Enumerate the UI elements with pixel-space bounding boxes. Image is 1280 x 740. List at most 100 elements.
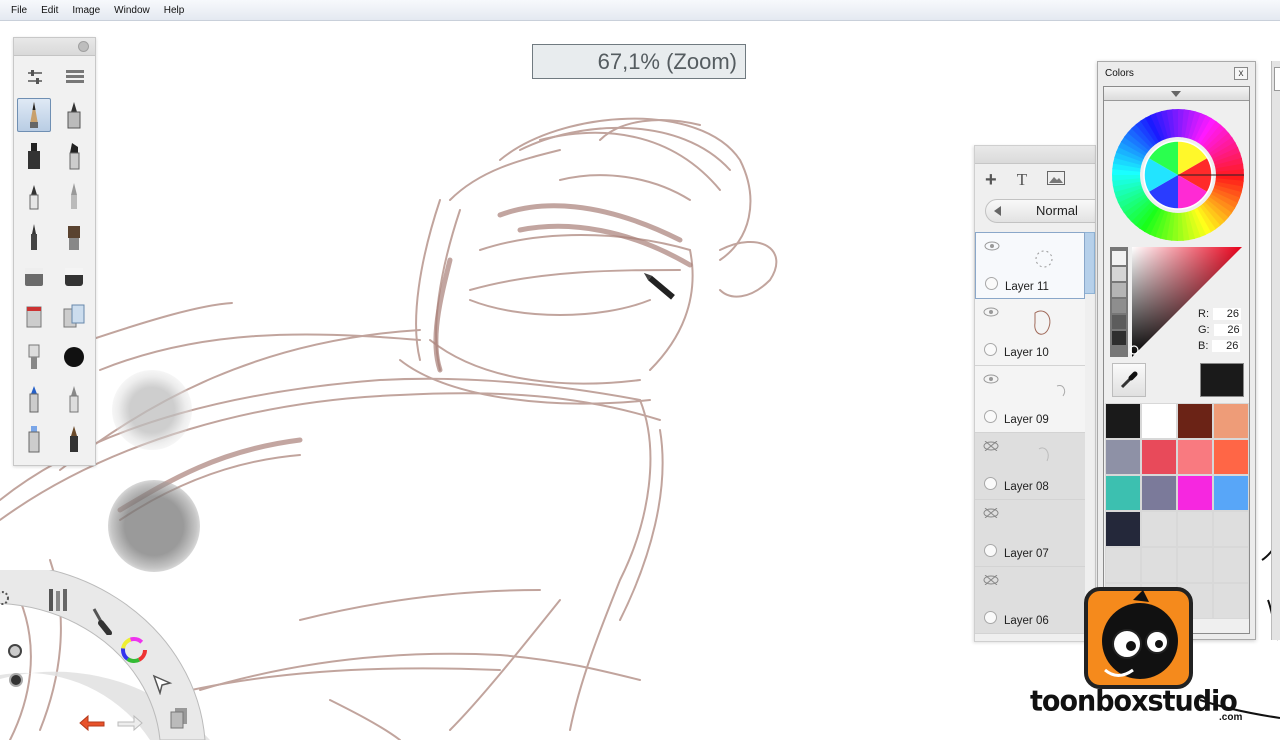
menu-window[interactable]: Window: [107, 0, 157, 21]
rgb-g-input[interactable]: 26: [1213, 324, 1242, 336]
paint-bucket-tool[interactable]: [17, 301, 51, 335]
color-swatch[interactable]: [1177, 403, 1213, 439]
color-swatch[interactable]: [1141, 475, 1177, 511]
bristle-brush-tool[interactable]: [57, 220, 91, 254]
rgb-r-input[interactable]: 26: [1213, 308, 1241, 320]
ink-brush-tool[interactable]: [57, 422, 91, 456]
brush-puck-opacity[interactable]: [108, 480, 200, 572]
eraser-tool[interactable]: [17, 260, 51, 294]
select-arrow-icon[interactable]: [148, 670, 176, 698]
blend-mode-arrow-icon[interactable]: [994, 206, 1001, 216]
layer-toolbar: + T: [975, 164, 1095, 196]
menu-help[interactable]: Help: [157, 0, 192, 21]
hard-eraser-tool[interactable]: [57, 260, 91, 294]
stack-icon[interactable]: [58, 60, 92, 94]
color-swatch[interactable]: [1141, 403, 1177, 439]
eye-icon[interactable]: [983, 374, 999, 384]
blend-mode-selector[interactable]: Normal: [985, 199, 1095, 223]
lagoon-gear-icon[interactable]: [0, 584, 16, 612]
sliders-icon[interactable]: [18, 60, 52, 94]
chisel-marker-icon: [69, 142, 80, 169]
color-swatch[interactable]: [1213, 511, 1249, 547]
rgb-r-label: R:: [1198, 308, 1209, 320]
color-swatch[interactable]: [1213, 475, 1249, 511]
colors-collapse-bar[interactable]: [1104, 87, 1249, 101]
color-swatch[interactable]: [1105, 475, 1141, 511]
eye-hidden-icon[interactable]: [983, 441, 999, 451]
color-swatch[interactable]: [1105, 403, 1141, 439]
color-swatch[interactable]: [1177, 439, 1213, 475]
add-layer-icon[interactable]: +: [985, 169, 997, 192]
layer-row[interactable]: Layer 11: [975, 232, 1085, 299]
undo-icon[interactable]: [78, 708, 106, 736]
palette-close-button[interactable]: [78, 41, 89, 52]
fine-pen-tool[interactable]: [17, 220, 51, 254]
zoom-indicator: 67,1% (Zoom): [532, 44, 746, 79]
color-wheel-icon[interactable]: [120, 636, 148, 664]
color-swatch[interactable]: [1213, 547, 1249, 583]
silver-pen-tool[interactable]: [57, 382, 91, 416]
redo-icon[interactable]: [116, 708, 144, 736]
layer-radio[interactable]: [985, 277, 998, 290]
smudge-brush-tool[interactable]: [17, 341, 51, 375]
eye-hidden-icon[interactable]: [983, 575, 999, 585]
color-swatch[interactable]: [1105, 547, 1141, 583]
layer-row[interactable]: Layer 09: [975, 366, 1085, 433]
color-swatch[interactable]: [1213, 403, 1249, 439]
zoom-icon[interactable]: [2, 638, 30, 666]
rgb-b-label: B:: [1198, 340, 1209, 352]
technical-pen-tool[interactable]: [57, 98, 91, 132]
menu-edit[interactable]: Edit: [34, 0, 65, 21]
marker-tool[interactable]: [17, 139, 51, 173]
colors-close-button[interactable]: x: [1234, 67, 1248, 80]
edge-panel-knob[interactable]: [1274, 67, 1280, 91]
eye-hidden-icon[interactable]: [983, 508, 999, 518]
multi-bucket-tool[interactable]: [57, 301, 91, 335]
color-swatch[interactable]: [1141, 511, 1177, 547]
layer-row[interactable]: Layer 10: [975, 299, 1085, 366]
settings-dot-icon[interactable]: [2, 666, 30, 694]
rgb-b-input[interactable]: 26: [1212, 340, 1241, 352]
chisel-marker-tool[interactable]: [57, 139, 91, 173]
color-swatch[interactable]: [1105, 511, 1141, 547]
layer-radio[interactable]: [984, 410, 997, 423]
image-layer-icon[interactable]: [1047, 170, 1066, 190]
layer-row[interactable]: Layer 07: [975, 500, 1085, 567]
blue-marker-tool[interactable]: [17, 382, 51, 416]
layer-radio[interactable]: [984, 343, 997, 356]
layer-radio[interactable]: [984, 544, 997, 557]
layer-row[interactable]: Layer 08: [975, 433, 1085, 500]
eye-icon[interactable]: [984, 241, 1000, 251]
menu-image[interactable]: Image: [65, 0, 107, 21]
color-swatch[interactable]: [1177, 475, 1213, 511]
logo-brand-text: toonboxstudio: [1030, 685, 1238, 718]
color-swatch[interactable]: [1105, 439, 1141, 475]
ballpoint-pen-tool[interactable]: [17, 179, 51, 213]
color-wheel[interactable]: [1110, 107, 1246, 243]
paintbrush-tool[interactable]: [57, 179, 91, 213]
highlighter-tool[interactable]: [17, 422, 51, 456]
palette-header[interactable]: [14, 38, 95, 56]
brush-properties-icon[interactable]: [44, 587, 72, 615]
current-color-swatch[interactable]: [1200, 363, 1244, 397]
airbrush-tool[interactable]: [57, 341, 91, 375]
brush-icon[interactable]: [86, 607, 114, 635]
layer-radio[interactable]: [984, 477, 997, 490]
layers-copy-icon[interactable]: [166, 704, 194, 732]
color-swatch[interactable]: [1177, 511, 1213, 547]
pencil-tool[interactable]: [17, 98, 51, 132]
color-swatch[interactable]: [1141, 547, 1177, 583]
colors-panel: Colors x R: 26 G: 26 B: 26: [1097, 61, 1256, 640]
collapse-arrow-icon[interactable]: [1171, 91, 1181, 97]
layer-editor-header[interactable]: [975, 146, 1095, 164]
color-swatch[interactable]: [1141, 439, 1177, 475]
toonboxstudio-logo: toonboxstudio .com: [1030, 586, 1258, 736]
layer-radio[interactable]: [984, 611, 997, 624]
color-swatch[interactable]: [1177, 547, 1213, 583]
color-swatch[interactable]: [1213, 439, 1249, 475]
eye-icon[interactable]: [983, 307, 999, 317]
text-layer-icon[interactable]: T: [1017, 170, 1027, 190]
menu-file[interactable]: File: [4, 0, 34, 21]
eyedropper-button[interactable]: [1112, 363, 1146, 397]
brush-puck-size[interactable]: [112, 370, 192, 450]
